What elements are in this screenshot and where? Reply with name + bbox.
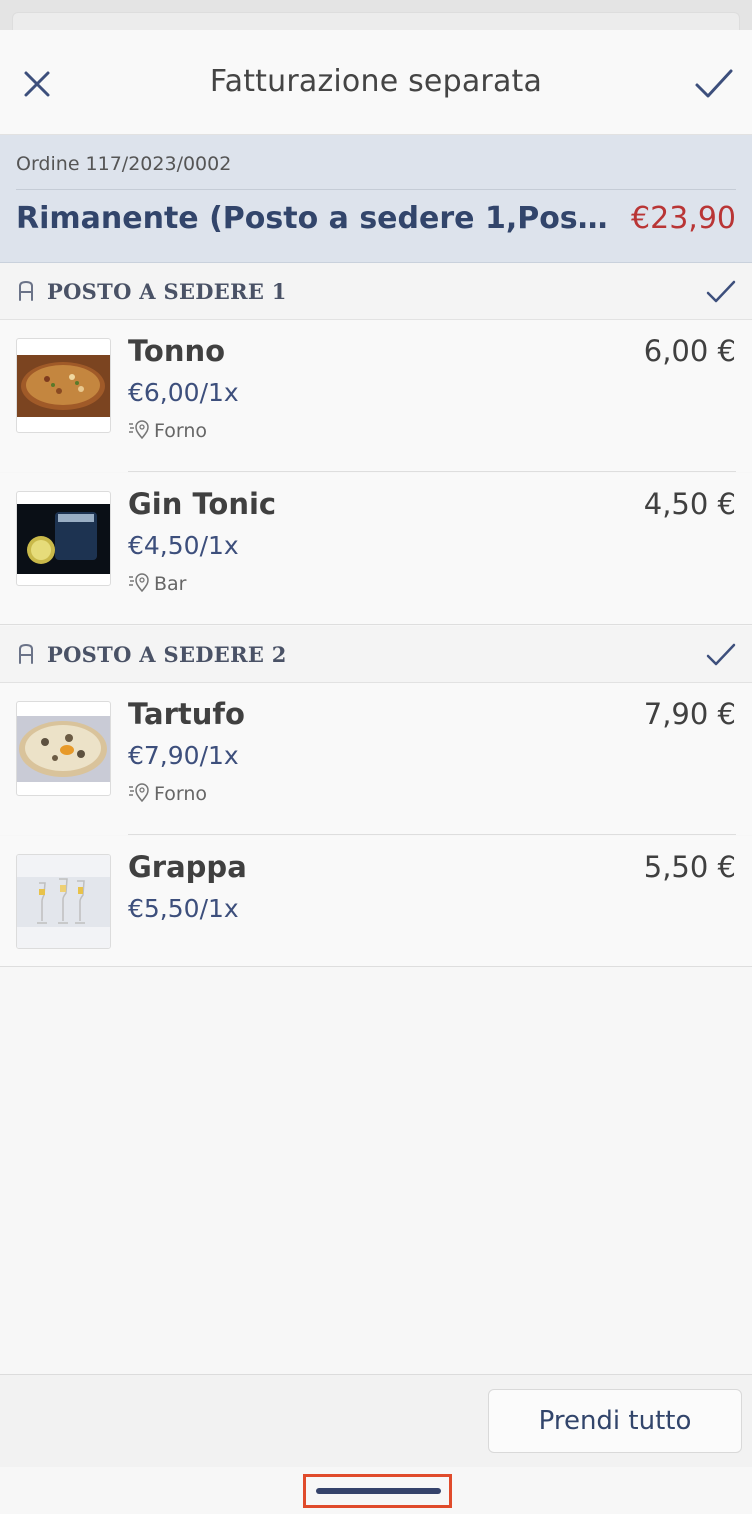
order-summary[interactable]: Ordine 117/2023/0002 Rimanente (Posto a … xyxy=(0,135,752,263)
check-icon[interactable] xyxy=(706,640,736,670)
confirm-button[interactable] xyxy=(694,63,734,103)
app-header: Fatturazione separata xyxy=(0,30,752,135)
item-unit-price: €7,90/1x xyxy=(128,741,239,770)
check-icon xyxy=(695,69,733,98)
divider xyxy=(0,966,752,967)
remaining-label: Rimanente (Posto a sedere 1,Posto a sede… xyxy=(16,201,611,236)
item-unit-price: €5,50/1x xyxy=(128,894,239,923)
check-icon[interactable] xyxy=(706,277,736,307)
page-title: Fatturazione separata xyxy=(209,64,543,99)
seat-header-1[interactable]: POSTO A SEDERE 1 xyxy=(0,263,752,320)
gin-tonic-image xyxy=(16,491,111,586)
item-station: Forno xyxy=(128,783,207,805)
item-name: Grappa xyxy=(128,850,247,884)
station-location-icon xyxy=(129,420,149,440)
order-number: Ordine 117/2023/0002 xyxy=(16,153,232,175)
station-location-icon xyxy=(129,573,149,593)
divider xyxy=(128,471,736,472)
take-all-button[interactable]: Prendi tutto xyxy=(488,1389,742,1453)
item-name: Tonno xyxy=(128,334,226,368)
home-indicator[interactable] xyxy=(316,1488,441,1494)
home-indicator-highlight xyxy=(303,1474,452,1508)
item-price: 4,50 € xyxy=(643,487,736,521)
item-price: 6,00 € xyxy=(643,334,736,368)
item-price: 5,50 € xyxy=(643,850,736,884)
list-item-tonno[interactable]: Tonno €6,00/1x Forno 6,00 € xyxy=(0,320,752,472)
item-name: Gin Tonic xyxy=(128,487,277,521)
list-item-gin-tonic[interactable]: Gin Tonic €4,50/1x Bar 4,50 € xyxy=(0,473,752,625)
seat-label: POSTO A SEDERE 1 xyxy=(47,279,287,304)
navigation-bar xyxy=(0,1467,752,1514)
list-item-grappa[interactable]: Grappa €5,50/1x 5,50 € xyxy=(0,836,752,967)
item-station: Bar xyxy=(128,573,187,595)
item-station: Forno xyxy=(128,420,207,442)
divider xyxy=(16,189,736,190)
seat-label: POSTO A SEDERE 2 xyxy=(47,642,287,667)
pizza-tonno-image xyxy=(16,338,111,433)
seat-icon xyxy=(19,643,33,664)
station-label: Forno xyxy=(154,420,208,442)
station-label: Forno xyxy=(154,783,208,805)
item-unit-price: €4,50/1x xyxy=(128,531,239,560)
item-name: Tartufo xyxy=(128,697,245,731)
pizza-tartufo-image xyxy=(16,701,111,796)
station-location-icon xyxy=(129,783,149,803)
divider xyxy=(128,834,736,835)
remaining-total: €23,90 xyxy=(631,201,736,236)
station-label: Bar xyxy=(154,573,187,595)
previous-sheet-edge xyxy=(0,0,752,31)
seat-icon xyxy=(19,280,33,301)
grappa-image xyxy=(16,854,111,949)
footer-bar: Prendi tutto xyxy=(0,1374,752,1468)
divider xyxy=(0,624,752,625)
item-unit-price: €6,00/1x xyxy=(128,378,239,407)
item-price: 7,90 € xyxy=(643,697,736,731)
seat-header-2[interactable]: POSTO A SEDERE 2 xyxy=(0,626,752,683)
list-item-tartufo[interactable]: Tartufo €7,90/1x Forno 7,90 € xyxy=(0,683,752,835)
